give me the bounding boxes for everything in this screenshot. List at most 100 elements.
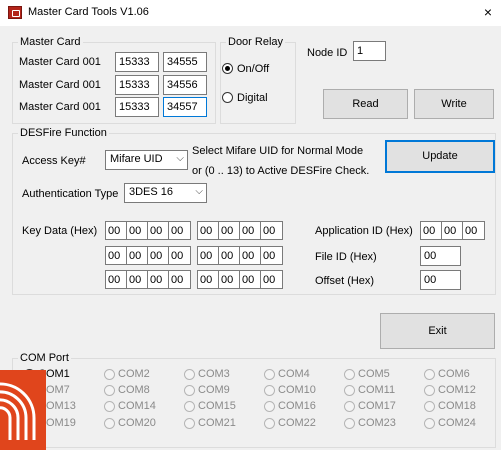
com-label-8: COM8 [118,384,150,396]
com-label-11: COM11 [358,384,396,396]
key-data-byte-r3-c4[interactable]: 00 [168,270,191,289]
desfire-logo [0,370,46,450]
door-relay-group: Door Relay [220,36,296,124]
on-off-label: On/Off [237,63,270,75]
access-key-value: Mifare UID [110,153,163,165]
com-radio-24[interactable] [424,418,435,429]
com-radio-12[interactable] [424,385,435,396]
com-radio-9[interactable] [184,385,195,396]
key-data-byte-r1-c1[interactable]: 00 [105,221,128,240]
com-radio-8[interactable] [104,385,115,396]
com-label-21: COM21 [198,417,236,429]
com-label-12: COM12 [438,384,476,396]
master-card-2-value-b[interactable]: 34556 [163,75,207,95]
key-data-byte-r3-c8[interactable]: 00 [260,270,283,289]
key-data-byte-r2-c6[interactable]: 00 [218,246,241,265]
access-key-select[interactable]: Mifare UID ⌵ [105,150,188,170]
master-card-1-value-b[interactable]: 34555 [163,52,207,72]
window-title: Master Card Tools V1.06 [28,6,149,18]
com-radio-2[interactable] [104,369,115,380]
master-card-2-value-a[interactable]: 15333 [115,75,159,95]
com-label-24: COM24 [438,417,476,429]
access-key-note-1: Select Mifare UID for Normal Mode [192,145,364,157]
key-data-byte-r2-c4[interactable]: 00 [168,246,191,265]
com-radio-17[interactable] [344,401,355,412]
com-label-2: COM2 [118,368,150,380]
key-data-byte-r1-c7[interactable]: 00 [239,221,262,240]
com-radio-18[interactable] [424,401,435,412]
desfire-legend: DESFire Function [20,127,107,139]
digital-label: Digital [237,92,268,104]
com-label-14: COM14 [118,400,156,412]
com-radio-4[interactable] [264,369,275,380]
exit-button[interactable]: Exit [380,313,495,349]
com-radio-5[interactable] [344,369,355,380]
com-label-15: COM15 [198,400,236,412]
key-data-byte-r1-c5[interactable]: 00 [197,221,220,240]
digital-radio[interactable] [222,92,233,103]
update-button[interactable]: Update [385,140,495,173]
key-data-byte-r3-c3[interactable]: 00 [147,270,170,289]
com-radio-11[interactable] [344,385,355,396]
com-label-22: COM22 [278,417,316,429]
key-data-byte-r1-c8[interactable]: 00 [260,221,283,240]
file-id-input[interactable]: 00 [420,246,461,266]
key-data-byte-r1-c3[interactable]: 00 [147,221,170,240]
com-label-3: COM3 [198,368,230,380]
key-data-byte-r3-c7[interactable]: 00 [239,270,262,289]
key-data-byte-r2-c7[interactable]: 00 [239,246,262,265]
com-label-16: COM16 [278,400,316,412]
key-data-byte-r3-c1[interactable]: 00 [105,270,128,289]
master-card-3-value-a[interactable]: 15333 [115,97,159,117]
key-data-byte-r2-c1[interactable]: 00 [105,246,128,265]
com-label-20: COM20 [118,417,156,429]
com-radio-14[interactable] [104,401,115,412]
auth-type-value: 3DES 16 [129,186,174,198]
access-key-note-2: or (0 .. 13) to Active DESFire Check. [192,165,370,177]
master-card-label-2: Master Card 001 [19,79,101,91]
com-port-group: COM Port [12,352,496,448]
key-data-byte-r2-c3[interactable]: 00 [147,246,170,265]
com-radio-3[interactable] [184,369,195,380]
key-data-byte-r2-c2[interactable]: 00 [126,246,149,265]
on-off-radio[interactable] [222,63,233,74]
node-id-label: Node ID [307,47,348,59]
read-button[interactable]: Read [323,89,408,119]
com-radio-15[interactable] [184,401,195,412]
com-radio-10[interactable] [264,385,275,396]
key-data-byte-r1-c6[interactable]: 00 [218,221,241,240]
auth-type-label: Authentication Type [22,188,119,200]
chevron-down-icon: ⌵ [176,153,184,164]
key-data-byte-r2-c5[interactable]: 00 [197,246,220,265]
master-card-3-value-b[interactable]: 34557 [163,97,207,117]
com-radio-22[interactable] [264,418,275,429]
node-id-input[interactable]: 1 [353,41,386,61]
com-label-23: COM23 [358,417,396,429]
app-card-icon [8,6,22,19]
offset-input[interactable]: 00 [420,270,461,290]
key-data-byte-r3-c2[interactable]: 00 [126,270,149,289]
master-card-legend: Master Card [20,36,81,48]
master-card-1-value-a[interactable]: 15333 [115,52,159,72]
com-radio-16[interactable] [264,401,275,412]
app-id-byte-2[interactable]: 00 [441,221,464,240]
com-radio-6[interactable] [424,369,435,380]
com-radio-20[interactable] [104,418,115,429]
app-id-byte-3[interactable]: 00 [462,221,485,240]
com-label-17: COM17 [358,400,396,412]
com-radio-21[interactable] [184,418,195,429]
auth-type-select[interactable]: 3DES 16 ⌵ [124,183,207,203]
key-data-byte-r2-c8[interactable]: 00 [260,246,283,265]
key-data-byte-r1-c2[interactable]: 00 [126,221,149,240]
key-data-byte-r3-c5[interactable]: 00 [197,270,220,289]
file-id-label: File ID (Hex) [315,251,377,263]
key-data-byte-r3-c6[interactable]: 00 [218,270,241,289]
key-data-byte-r1-c4[interactable]: 00 [168,221,191,240]
com-radio-23[interactable] [344,418,355,429]
write-button[interactable]: Write [414,89,494,119]
com-label-6: COM6 [438,368,470,380]
close-icon[interactable]: × [478,2,498,22]
desfire-logo-mark [0,382,36,440]
master-card-label-3: Master Card 001 [19,101,101,113]
app-id-byte-1[interactable]: 00 [420,221,443,240]
